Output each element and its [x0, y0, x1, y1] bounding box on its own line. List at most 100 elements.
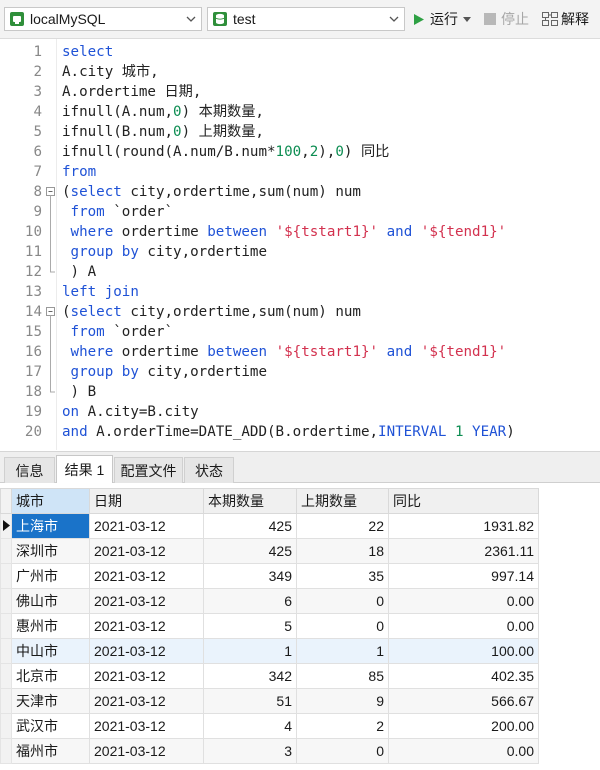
row-marker[interactable] [0, 513, 12, 539]
table-cell[interactable]: 402.35 [388, 663, 539, 689]
table-cell[interactable]: 4 [203, 713, 297, 739]
code-line[interactable]: 1 select [0, 42, 600, 62]
table-cell[interactable]: 5 [203, 613, 297, 639]
table-cell[interactable]: 上海市 [11, 513, 90, 539]
row-marker[interactable] [0, 613, 12, 639]
table-cell[interactable]: 425 [203, 538, 297, 564]
table-cell[interactable]: 0 [296, 613, 389, 639]
tab-status[interactable]: 状态 [184, 457, 234, 483]
table-row[interactable]: 上海市 2021-03-12 425 22 1931.82 [0, 513, 539, 539]
fold-collapse-icon[interactable] [45, 302, 56, 322]
table-cell[interactable]: 2021-03-12 [89, 613, 204, 639]
row-marker[interactable] [0, 538, 12, 564]
chevron-down-icon[interactable] [384, 8, 404, 30]
table-cell[interactable]: 2 [296, 713, 389, 739]
table-cell[interactable]: 35 [296, 563, 389, 589]
table-cell[interactable]: 惠州市 [11, 613, 90, 639]
stop-button[interactable]: 停止 [484, 9, 529, 29]
row-marker[interactable] [0, 688, 12, 714]
column-header[interactable]: 城市 [11, 488, 90, 514]
tab-result-1[interactable]: 结果 1 [56, 455, 113, 483]
column-header[interactable]: 上期数量 [296, 488, 389, 514]
sql-editor[interactable]: 1 select 2 A.city 城市, 3 A.ordertime 日期, 4 ifnul… [0, 39, 600, 450]
table-cell[interactable]: 1931.82 [388, 513, 539, 539]
table-row[interactable]: 福州市 2021-03-12 3 0 0.00 [0, 738, 539, 764]
row-marker[interactable] [0, 738, 12, 764]
table-cell[interactable]: 福州市 [11, 738, 90, 764]
code-line[interactable]: 16 where ordertime between '${tstart1}' … [0, 342, 600, 362]
table-row[interactable]: 广州市 2021-03-12 349 35 997.14 [0, 563, 539, 589]
row-marker[interactable] [0, 563, 12, 589]
row-marker[interactable] [0, 588, 12, 614]
connection-select[interactable]: localMySQL [4, 7, 202, 31]
table-cell[interactable]: 2021-03-12 [89, 688, 204, 714]
fold-collapse-icon[interactable] [45, 182, 56, 202]
table-row[interactable]: 佛山市 2021-03-12 6 0 0.00 [0, 588, 539, 614]
dropdown-arrow-icon[interactable] [463, 16, 471, 22]
table-row[interactable]: 中山市 2021-03-12 1 1 100.00 [0, 638, 539, 664]
code-line[interactable]: 7 from [0, 162, 600, 182]
table-cell[interactable]: 武汉市 [11, 713, 90, 739]
code-line[interactable]: 4 ifnull(A.num,0) 本期数量, [0, 102, 600, 122]
table-cell[interactable]: 2021-03-12 [89, 588, 204, 614]
table-cell[interactable]: 3 [203, 738, 297, 764]
table-cell[interactable]: 51 [203, 688, 297, 714]
table-cell[interactable]: 6 [203, 588, 297, 614]
table-cell[interactable]: 1 [296, 638, 389, 664]
table-cell[interactable]: 佛山市 [11, 588, 90, 614]
table-row[interactable]: 北京市 2021-03-12 342 85 402.35 [0, 663, 539, 689]
table-cell[interactable]: 2021-03-12 [89, 538, 204, 564]
table-row[interactable]: 天津市 2021-03-12 51 9 566.67 [0, 688, 539, 714]
table-cell[interactable]: 425 [203, 513, 297, 539]
table-cell[interactable]: 0 [296, 738, 389, 764]
code-line[interactable]: 2 A.city 城市, [0, 62, 600, 82]
row-marker[interactable] [0, 663, 12, 689]
tab-profile[interactable]: 配置文件 [114, 457, 183, 483]
result-grid[interactable]: 城市 日期 本期数量 上期数量 同比 上海市 2021-03-12 425 22 1931.82… [0, 484, 600, 770]
code-line[interactable]: 19 on A.city=B.city [0, 402, 600, 422]
table-cell[interactable]: 18 [296, 538, 389, 564]
explain-button[interactable]: 解释 [542, 9, 589, 29]
table-cell[interactable]: 200.00 [388, 713, 539, 739]
code-line[interactable]: 3 A.ordertime 日期, [0, 82, 600, 102]
code-line[interactable]: 20 and A.orderTime=DATE_ADD(B.ordertime,I… [0, 422, 600, 442]
run-button[interactable]: 运行 [413, 9, 471, 29]
table-cell[interactable]: 北京市 [11, 663, 90, 689]
code-line[interactable]: 5 ifnull(B.num,0) 上期数量, [0, 122, 600, 142]
table-row[interactable]: 武汉市 2021-03-12 4 2 200.00 [0, 713, 539, 739]
column-header[interactable]: 同比 [388, 488, 539, 514]
table-cell[interactable]: 566.67 [388, 688, 539, 714]
table-cell[interactable]: 22 [296, 513, 389, 539]
table-cell[interactable]: 天津市 [11, 688, 90, 714]
table-cell[interactable]: 0.00 [388, 738, 539, 764]
code-line[interactable]: 10 where ordertime between '${tstart1}' … [0, 222, 600, 242]
code-line[interactable]: 9 from `order` [0, 202, 600, 222]
table-cell[interactable]: 100.00 [388, 638, 539, 664]
chevron-down-icon[interactable] [181, 8, 201, 30]
table-cell[interactable]: 1 [203, 638, 297, 664]
table-cell[interactable]: 342 [203, 663, 297, 689]
table-cell[interactable]: 0 [296, 588, 389, 614]
table-cell[interactable]: 2021-03-12 [89, 738, 204, 764]
table-cell[interactable]: 深圳市 [11, 538, 90, 564]
code-line[interactable]: 6 ifnull(round(A.num/B.num*100,2),0) 同比 [0, 142, 600, 162]
table-cell[interactable]: 2021-03-12 [89, 663, 204, 689]
database-select[interactable]: test [207, 7, 405, 31]
table-row[interactable]: 深圳市 2021-03-12 425 18 2361.11 [0, 538, 539, 564]
table-cell[interactable]: 0.00 [388, 588, 539, 614]
table-cell[interactable]: 0.00 [388, 613, 539, 639]
code-line[interactable]: 17 group by city,ordertime [0, 362, 600, 382]
row-marker[interactable] [0, 638, 12, 664]
table-cell[interactable]: 中山市 [11, 638, 90, 664]
code-line[interactable]: 18 ) B [0, 382, 600, 402]
table-cell[interactable]: 9 [296, 688, 389, 714]
column-header[interactable]: 日期 [89, 488, 204, 514]
column-header[interactable]: 本期数量 [203, 488, 297, 514]
table-cell[interactable]: 2361.11 [388, 538, 539, 564]
table-cell[interactable]: 2021-03-12 [89, 638, 204, 664]
table-cell[interactable]: 349 [203, 563, 297, 589]
table-cell[interactable]: 广州市 [11, 563, 90, 589]
code-line[interactable]: 13 left join [0, 282, 600, 302]
code-line[interactable]: 14 (select city,ordertime,sum(num) num [0, 302, 600, 322]
code-line[interactable]: 11 group by city,ordertime [0, 242, 600, 262]
